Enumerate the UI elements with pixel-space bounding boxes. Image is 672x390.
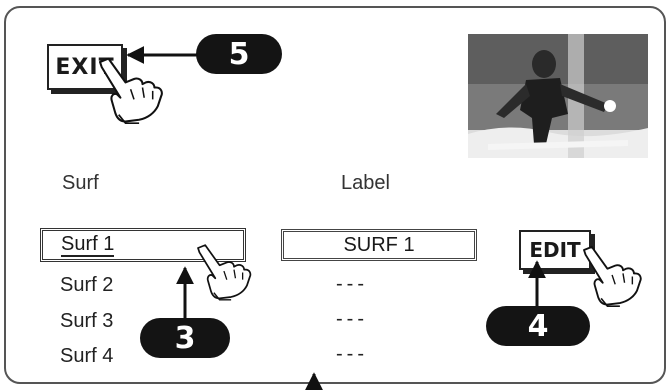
label-field-selected[interactable]: SURF 1 xyxy=(281,229,477,261)
surf-list-item[interactable]: Surf 2 xyxy=(60,274,113,297)
step-5-callout: 5 xyxy=(196,34,282,74)
surf-list-item-label: Surf 1 xyxy=(61,233,115,257)
step-4-callout: 4 xyxy=(486,306,590,346)
step-3-callout: 3 xyxy=(140,318,230,358)
edit-button[interactable]: EDIT xyxy=(519,230,591,270)
surf-photo xyxy=(468,34,648,158)
exit-button[interactable]: EXIT xyxy=(47,44,123,90)
label-value: --- xyxy=(336,343,368,365)
manual-figure: EXIT Surf Label Surf 1 Surf 2 Surf 3 Sur… xyxy=(0,0,672,390)
surf-list-item-selected[interactable]: Surf 1 xyxy=(40,228,246,262)
label-column-header: Label xyxy=(341,172,390,194)
surf-list-item[interactable]: Surf 3 xyxy=(60,310,113,333)
label-value: --- xyxy=(336,308,368,330)
label-value: --- xyxy=(336,273,368,295)
surf-column-header: Surf xyxy=(62,172,99,194)
surf-list-item[interactable]: Surf 4 xyxy=(60,345,113,368)
